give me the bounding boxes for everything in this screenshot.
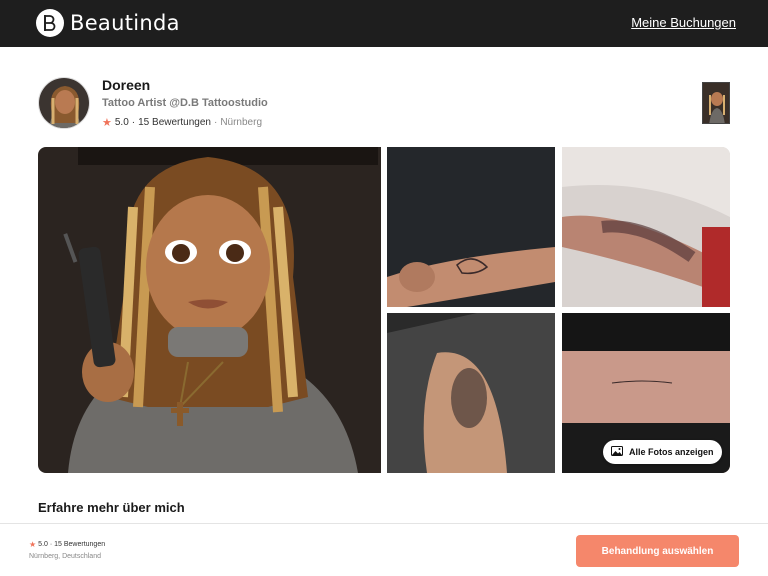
avatar[interactable] bbox=[38, 77, 90, 129]
image-icon bbox=[611, 446, 623, 458]
show-all-photos-button[interactable]: Alle Fotos anzeigen bbox=[603, 440, 722, 464]
booking-bar-rating: ★ 5.0 · 15 Bewertungen bbox=[29, 540, 105, 549]
artist-city: Nürnberg bbox=[220, 117, 263, 128]
artist-name: Doreen bbox=[102, 77, 151, 93]
booking-bar-location: Nürnberg, Deutschland bbox=[29, 553, 101, 560]
top-navigation-bar: Beautinda Meine Buchungen bbox=[0, 0, 768, 47]
brand-logo[interactable]: Beautinda bbox=[36, 9, 180, 37]
gallery-photo-3[interactable] bbox=[562, 147, 730, 307]
about-section-title: Erfahre mehr über mich bbox=[38, 500, 185, 515]
my-bookings-link[interactable]: Meine Buchungen bbox=[631, 15, 736, 30]
select-treatment-button[interactable]: Behandlung auswählen bbox=[576, 535, 739, 567]
reviews-count[interactable]: 15 Bewertungen bbox=[138, 117, 211, 128]
gallery-photo-main[interactable] bbox=[38, 147, 381, 473]
artist-role: Tattoo Artist @D.B Tattoostudio bbox=[102, 97, 268, 109]
star-icon: ★ bbox=[102, 117, 112, 129]
photo-gallery: Alle Fotos anzeigen bbox=[38, 147, 730, 473]
rating-value: 5.0 bbox=[114, 117, 129, 128]
gallery-photo-4[interactable] bbox=[387, 313, 555, 473]
brand-name: Beautinda bbox=[70, 11, 180, 35]
city-separator: · bbox=[213, 117, 218, 128]
artist-profile-header: Doreen Tattoo Artist @D.B Tattoostudio ★… bbox=[38, 75, 738, 131]
profile-thumbnail[interactable] bbox=[702, 82, 730, 124]
star-icon: ★ bbox=[29, 540, 37, 549]
artist-rating-row: ★ 5.0 · 15 Bewertungen · Nürnberg bbox=[102, 116, 262, 129]
brand-logo-icon bbox=[36, 9, 64, 37]
booking-bar: ★ 5.0 · 15 Bewertungen Nürnberg, Deutsch… bbox=[0, 523, 768, 576]
gallery-photo-2[interactable] bbox=[387, 147, 555, 307]
rating-separator: · bbox=[131, 117, 136, 128]
booking-bar-rating-text: 5.0 · 15 Bewertungen bbox=[38, 541, 106, 548]
show-all-photos-label: Alle Fotos anzeigen bbox=[629, 447, 714, 457]
